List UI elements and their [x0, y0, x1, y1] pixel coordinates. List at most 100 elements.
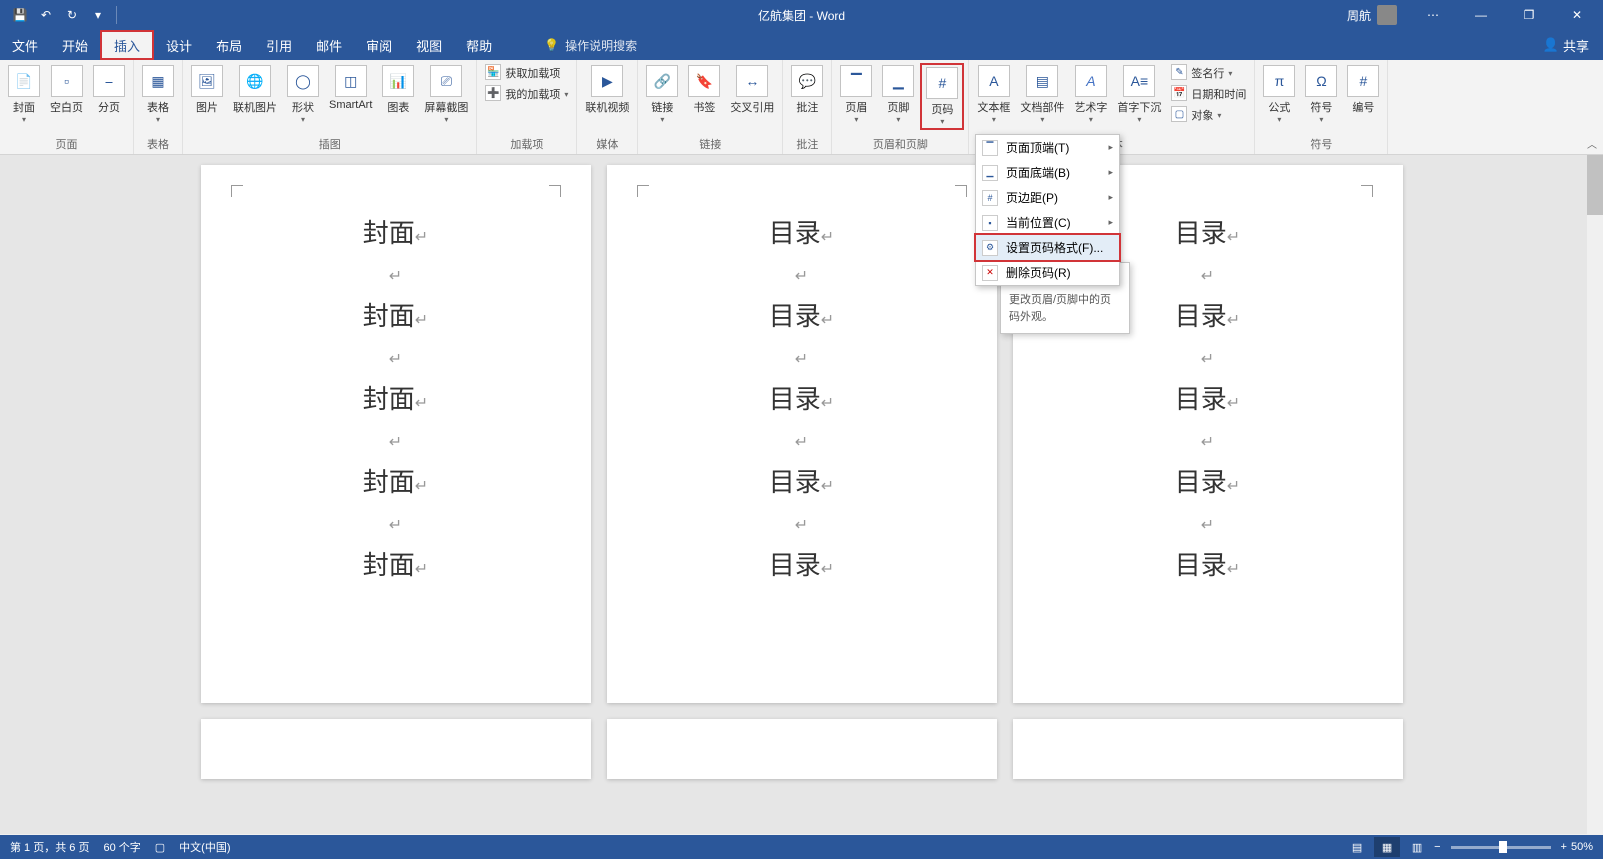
- page-4[interactable]: [201, 719, 591, 779]
- page-break-button[interactable]: ⎯分页: [89, 63, 129, 117]
- view-print-layout[interactable]: ▦: [1374, 837, 1400, 857]
- smartart-button[interactable]: ◫SmartArt: [325, 63, 376, 113]
- wordart-button[interactable]: A艺术字▾: [1070, 63, 1111, 126]
- document-area[interactable]: 封面↵ ↵ 封面↵ ↵ 封面↵ ↵ 封面↵ ↵ 封面↵ 目录↵ ↵ 目录↵ ↵: [0, 155, 1603, 834]
- page-5[interactable]: [607, 719, 997, 779]
- dd-remove-page-numbers[interactable]: ✕删除页码(R): [976, 260, 1119, 285]
- page-text: 目录: [769, 384, 821, 414]
- spell-check-icon[interactable]: ▢: [155, 841, 165, 854]
- restore-button[interactable]: ❐: [1507, 0, 1551, 30]
- zoom-slider[interactable]: [1451, 846, 1551, 849]
- ribbon-options-button[interactable]: ⋯: [1411, 0, 1455, 30]
- screenshot-button[interactable]: ⎚屏幕截图▾: [420, 63, 472, 126]
- footer-button[interactable]: ▁页脚▾: [878, 63, 918, 126]
- dd-page-margins[interactable]: #页边距(P)▸: [976, 185, 1119, 210]
- dd-current-position[interactable]: ▪当前位置(C)▸: [976, 210, 1119, 235]
- tooltip-body: 更改页眉/页脚中的页码外观。: [1009, 292, 1121, 325]
- video-icon: ▶: [591, 65, 623, 97]
- zoom-level[interactable]: 50%: [1571, 841, 1593, 853]
- quick-access-toolbar: 💾 ↶ ↻ ▾: [0, 3, 121, 27]
- user-name: 周航: [1347, 7, 1371, 24]
- symbol-icon: Ω: [1305, 65, 1337, 97]
- vertical-scrollbar[interactable]: [1587, 155, 1603, 834]
- cover-page-button[interactable]: 📄封面▾: [4, 63, 44, 126]
- page-6[interactable]: [1013, 719, 1403, 779]
- share-button[interactable]: 👤 共享: [1529, 30, 1603, 60]
- tab-layout[interactable]: 布局: [204, 30, 254, 60]
- tab-references[interactable]: 引用: [254, 30, 304, 60]
- undo-button[interactable]: ↶: [34, 3, 58, 27]
- dropcap-icon: A≡: [1123, 65, 1155, 97]
- dd-top-label: 页面顶端(T): [1006, 139, 1069, 156]
- header-label: 页眉: [845, 99, 867, 115]
- cross-reference-button[interactable]: ↔交叉引用: [726, 63, 778, 117]
- page-number-icon: #: [926, 67, 958, 99]
- online-video-button[interactable]: ▶联机视频: [581, 63, 633, 117]
- zoom-in-button[interactable]: +: [1561, 841, 1567, 853]
- tab-view[interactable]: 视图: [404, 30, 454, 60]
- object-button[interactable]: ▢对象 ▾: [1167, 105, 1250, 125]
- word-count[interactable]: 60 个字: [103, 839, 140, 855]
- tab-file[interactable]: 文件: [0, 30, 50, 60]
- comment-button[interactable]: 💬批注: [787, 63, 827, 117]
- symbol-button[interactable]: Ω符号▾: [1301, 63, 1341, 126]
- header-icon: ▔: [840, 65, 872, 97]
- datetime-button[interactable]: 📅日期和时间: [1167, 84, 1250, 104]
- table-button[interactable]: ▦表格▾: [138, 63, 178, 126]
- save-button[interactable]: 💾: [8, 3, 32, 27]
- collapse-ribbon-button[interactable]: ︿: [1587, 136, 1597, 151]
- close-button[interactable]: ✕: [1555, 0, 1599, 30]
- online-pictures-label: 联机图片: [233, 99, 277, 115]
- shapes-button[interactable]: ◯形状▾: [283, 63, 323, 126]
- tell-me-search[interactable]: 💡 操作说明搜索: [544, 30, 637, 60]
- link-button[interactable]: 🔗链接▾: [642, 63, 682, 126]
- tab-home[interactable]: 开始: [50, 30, 100, 60]
- comment-icon: 💬: [791, 65, 823, 97]
- tab-mailings[interactable]: 邮件: [304, 30, 354, 60]
- redo-button[interactable]: ↻: [60, 3, 84, 27]
- tab-design[interactable]: 设计: [154, 30, 204, 60]
- language[interactable]: 中文(中国): [179, 839, 230, 855]
- bookmark-button[interactable]: 🔖书签: [684, 63, 724, 117]
- quick-parts-button[interactable]: ▤文档部件▾: [1016, 63, 1068, 126]
- equation-button[interactable]: π公式▾: [1259, 63, 1299, 126]
- share-icon: 👤: [1543, 37, 1559, 53]
- page-count[interactable]: 第 1 页，共 6 页: [10, 839, 89, 855]
- dd-top-of-page[interactable]: ▔页面顶端(T)▸: [976, 135, 1119, 160]
- page-number-button[interactable]: #页码▾: [920, 63, 964, 130]
- tab-insert[interactable]: 插入: [100, 30, 154, 60]
- dd-bottom-of-page[interactable]: ▁页面底端(B)▸: [976, 160, 1119, 185]
- view-web-layout[interactable]: ▥: [1404, 837, 1430, 857]
- ribbon-tabs: 文件 开始 插入 设计 布局 引用 邮件 审阅 视图 帮助 💡 操作说明搜索 👤…: [0, 30, 1603, 60]
- my-addins-button[interactable]: ➕我的加载项 ▾: [481, 84, 572, 104]
- tab-review[interactable]: 审阅: [354, 30, 404, 60]
- group-pages: 📄封面▾ ▫空白页 ⎯分页 页面: [0, 60, 134, 154]
- pictures-button[interactable]: 🖼图片: [187, 63, 227, 117]
- chart-button[interactable]: 📊图表: [378, 63, 418, 117]
- page-1[interactable]: 封面↵ ↵ 封面↵ ↵ 封面↵ ↵ 封面↵ ↵ 封面↵: [201, 165, 591, 703]
- number-button[interactable]: #编号: [1343, 63, 1383, 117]
- number-label: 编号: [1352, 99, 1374, 115]
- user-account[interactable]: 周航: [1337, 5, 1407, 25]
- quick-parts-label: 文档部件: [1020, 99, 1064, 115]
- get-addins-button[interactable]: 🏪获取加载项: [481, 63, 572, 83]
- zoom-out-button[interactable]: −: [1434, 841, 1440, 853]
- format-icon: ⚙: [982, 240, 998, 256]
- blank-page-label: 空白页: [50, 99, 83, 115]
- page-2[interactable]: 目录↵ ↵ 目录↵ ↵ 目录↵ ↵ 目录↵ ↵ 目录↵: [607, 165, 997, 703]
- dd-format-page-numbers[interactable]: ⚙设置页码格式(F)...: [974, 233, 1121, 262]
- scrollbar-thumb[interactable]: [1587, 155, 1603, 215]
- header-button[interactable]: ▔页眉▾: [836, 63, 876, 126]
- textbox-button[interactable]: A文本框▾: [973, 63, 1014, 126]
- signature-line-button[interactable]: ✎签名行 ▾: [1167, 63, 1250, 83]
- page-text: 目录: [769, 218, 821, 248]
- dropcap-button[interactable]: A≡首字下沉▾: [1113, 63, 1165, 126]
- minimize-button[interactable]: —: [1459, 0, 1503, 30]
- tab-help[interactable]: 帮助: [454, 30, 504, 60]
- blank-page-button[interactable]: ▫空白页: [46, 63, 87, 117]
- qat-dropdown[interactable]: ▾: [86, 3, 110, 27]
- view-read-mode[interactable]: ▤: [1344, 837, 1370, 857]
- ribbon: 📄封面▾ ▫空白页 ⎯分页 页面 ▦表格▾ 表格 🖼图片 🌐联机图片 ◯形状▾ …: [0, 60, 1603, 155]
- zoom-thumb[interactable]: [1499, 841, 1507, 853]
- online-pictures-button[interactable]: 🌐联机图片: [229, 63, 281, 117]
